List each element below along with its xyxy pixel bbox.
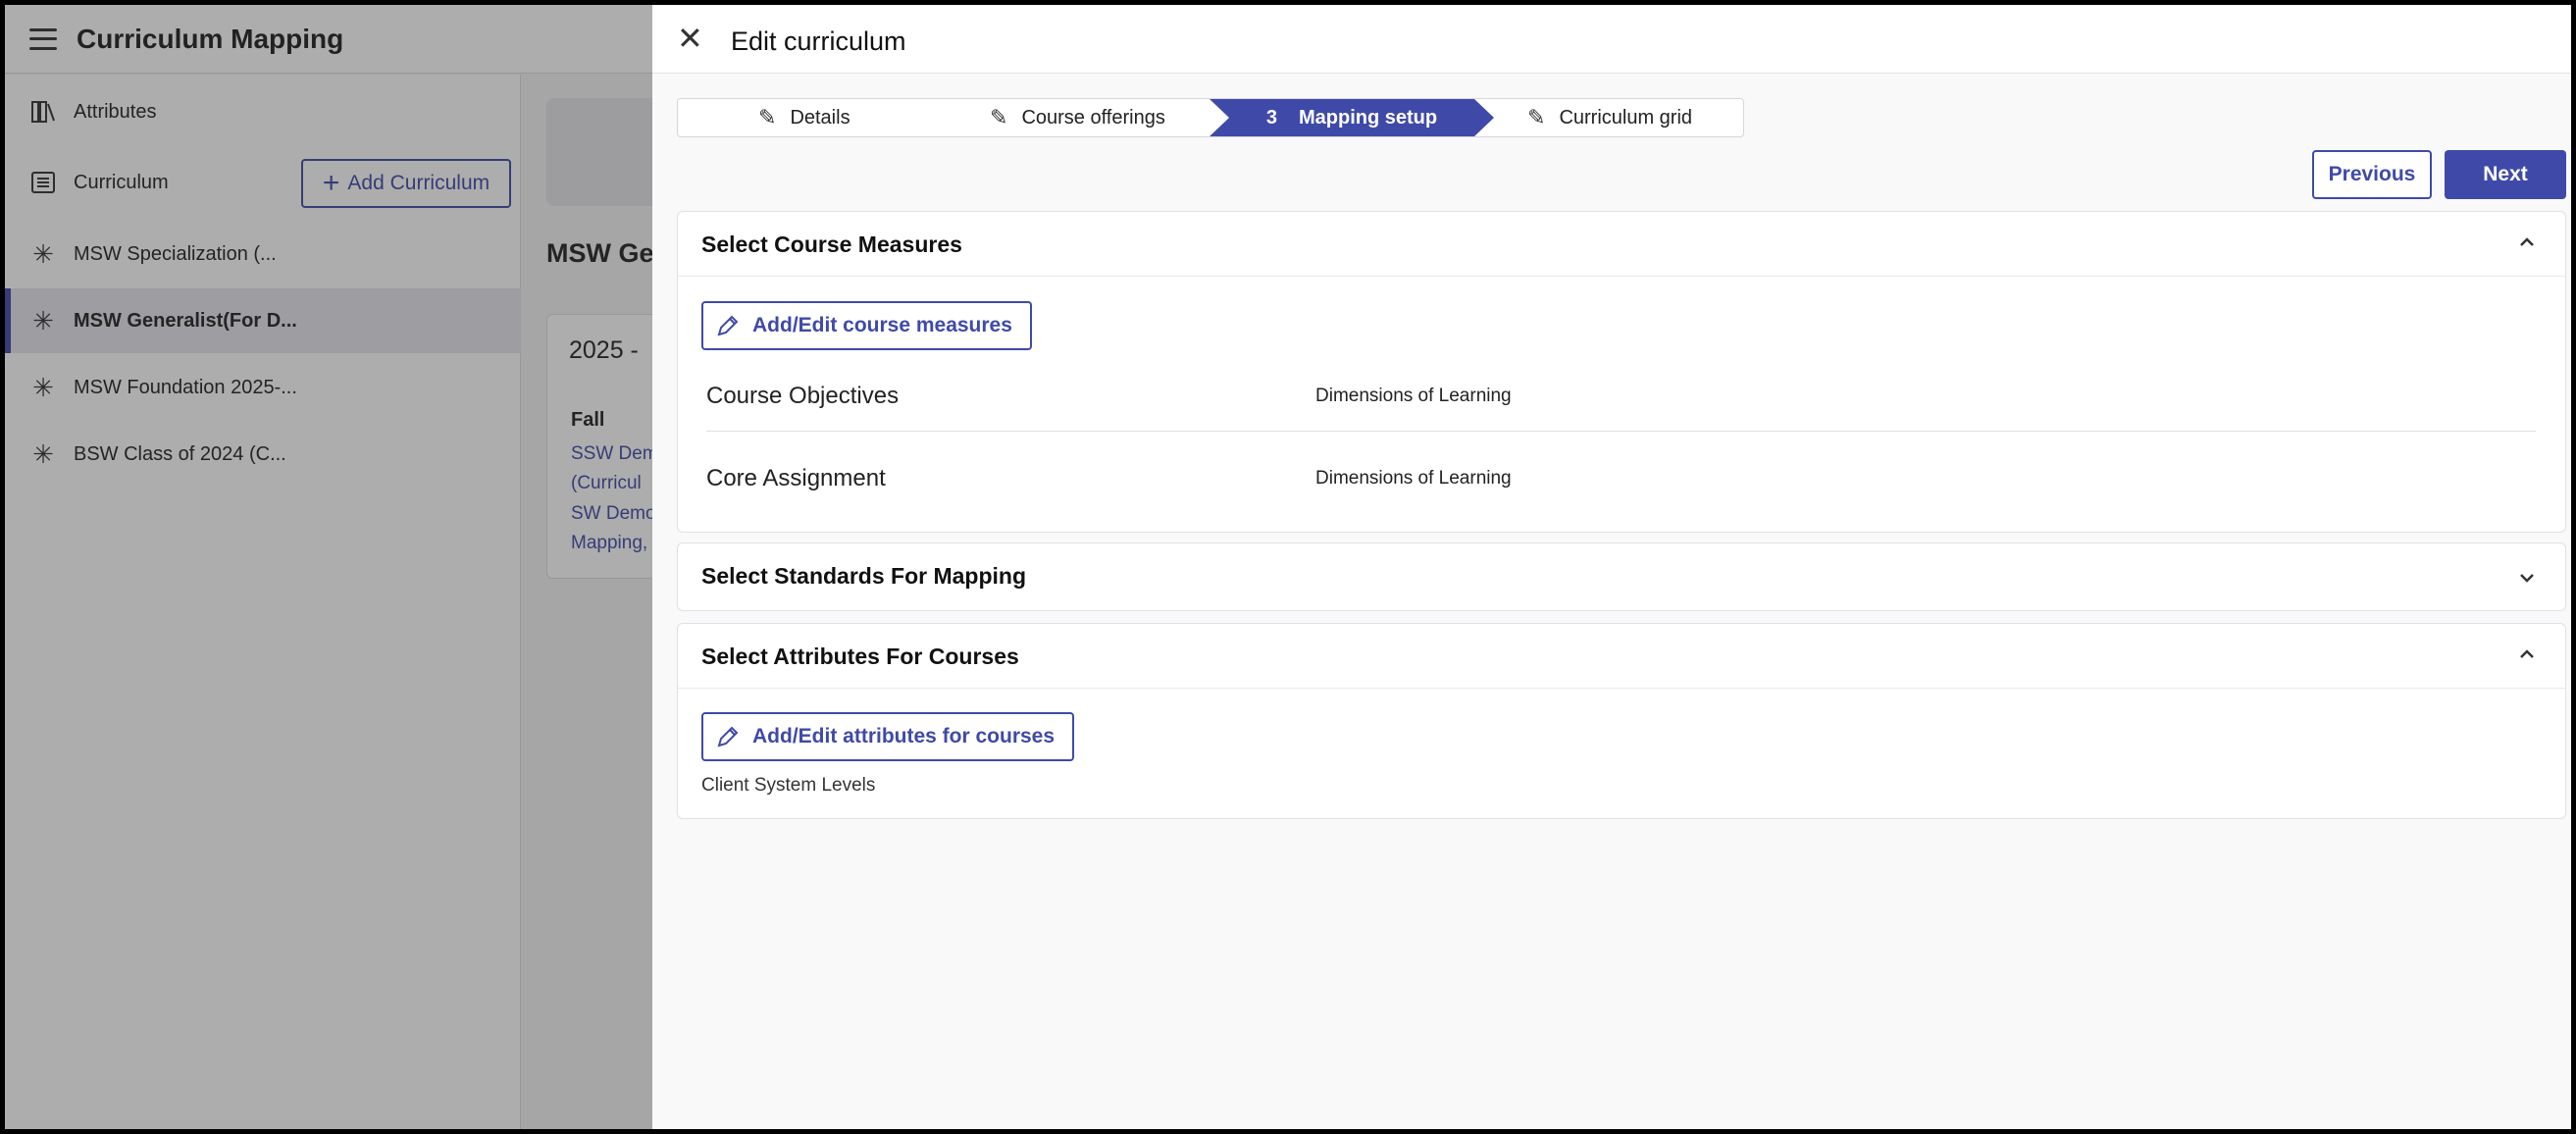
drawer-title: Edit curriculum — [731, 26, 906, 56]
button-label: Add/Edit attributes for courses — [752, 725, 1056, 747]
step-mapping-setup[interactable]: 3 Mapping setup — [1210, 99, 1494, 136]
course-measures-panel: Select Course Measures Add/Edit course m… — [677, 211, 2566, 533]
step-details[interactable]: ✎ Details — [758, 99, 850, 136]
panel-header[interactable]: Select Attributes For Courses — [678, 624, 2565, 689]
step-label: Course offerings — [1021, 106, 1165, 129]
add-edit-attributes-button[interactable]: Add/Edit attributes for courses — [701, 712, 1075, 761]
chevron-down-icon[interactable] — [2512, 563, 2542, 593]
measure-value: Dimensions of Learning — [1315, 468, 1512, 489]
standards-panel: Select Standards For Mapping — [677, 542, 2566, 611]
pencil-icon: ✎ — [758, 105, 777, 129]
chevron-up-icon[interactable] — [2512, 228, 2542, 257]
next-button[interactable]: Next — [2445, 150, 2566, 199]
measure-name: Course Objectives — [706, 383, 900, 409]
step-label: Mapping setup — [1299, 106, 1438, 129]
window: Curriculum Mapping Attributes Curriculum… — [5, 5, 2571, 1129]
stepper: ✎ Details ✎ Course offerings 3 Mapping s… — [677, 98, 1744, 137]
close-icon[interactable]: ✕ — [677, 23, 703, 54]
panel-title: Select Course Measures — [701, 232, 962, 257]
measure-row: Core Assignment Dimensions of Learning — [706, 452, 2536, 521]
pencil-icon — [717, 315, 739, 336]
panel-header[interactable]: Select Standards For Mapping — [678, 543, 2565, 610]
measure-name: Core Assignment — [706, 465, 886, 491]
divider — [706, 431, 2536, 432]
attributes-panel: Select Attributes For Courses Add/Edit a… — [677, 623, 2566, 819]
add-edit-course-measures-button[interactable]: Add/Edit course measures — [701, 301, 1032, 350]
pencil-icon: ✎ — [990, 105, 1008, 129]
previous-button[interactable]: Previous — [2312, 150, 2432, 199]
step-label: Details — [790, 106, 850, 129]
step-number: 3 — [1265, 106, 1277, 129]
panel-title: Select Attributes For Courses — [701, 644, 1019, 669]
edit-curriculum-drawer: ✕ Edit curriculum ✎ Details ✎ Course off… — [652, 5, 2571, 1129]
measure-row: Course Objectives Dimensions of Learning — [706, 369, 2536, 438]
step-label: Curriculum grid — [1559, 106, 1693, 129]
measure-value: Dimensions of Learning — [1315, 386, 1512, 406]
chevron-up-icon[interactable] — [2512, 640, 2542, 669]
drawer-header: ✕ Edit curriculum — [652, 5, 2571, 74]
step-course-offerings[interactable]: ✎ Course offerings — [990, 99, 1165, 136]
modal-overlay[interactable] — [5, 5, 652, 1129]
panel-title: Select Standards For Mapping — [701, 563, 1026, 589]
button-label: Add/Edit course measures — [752, 314, 1012, 336]
pencil-icon — [717, 726, 739, 747]
pencil-icon: ✎ — [1527, 105, 1546, 129]
step-curriculum-grid[interactable]: ✎ Curriculum grid — [1527, 99, 1692, 136]
selected-attribute: Client System Levels — [701, 775, 876, 796]
panel-header[interactable]: Select Course Measures — [678, 212, 2565, 277]
